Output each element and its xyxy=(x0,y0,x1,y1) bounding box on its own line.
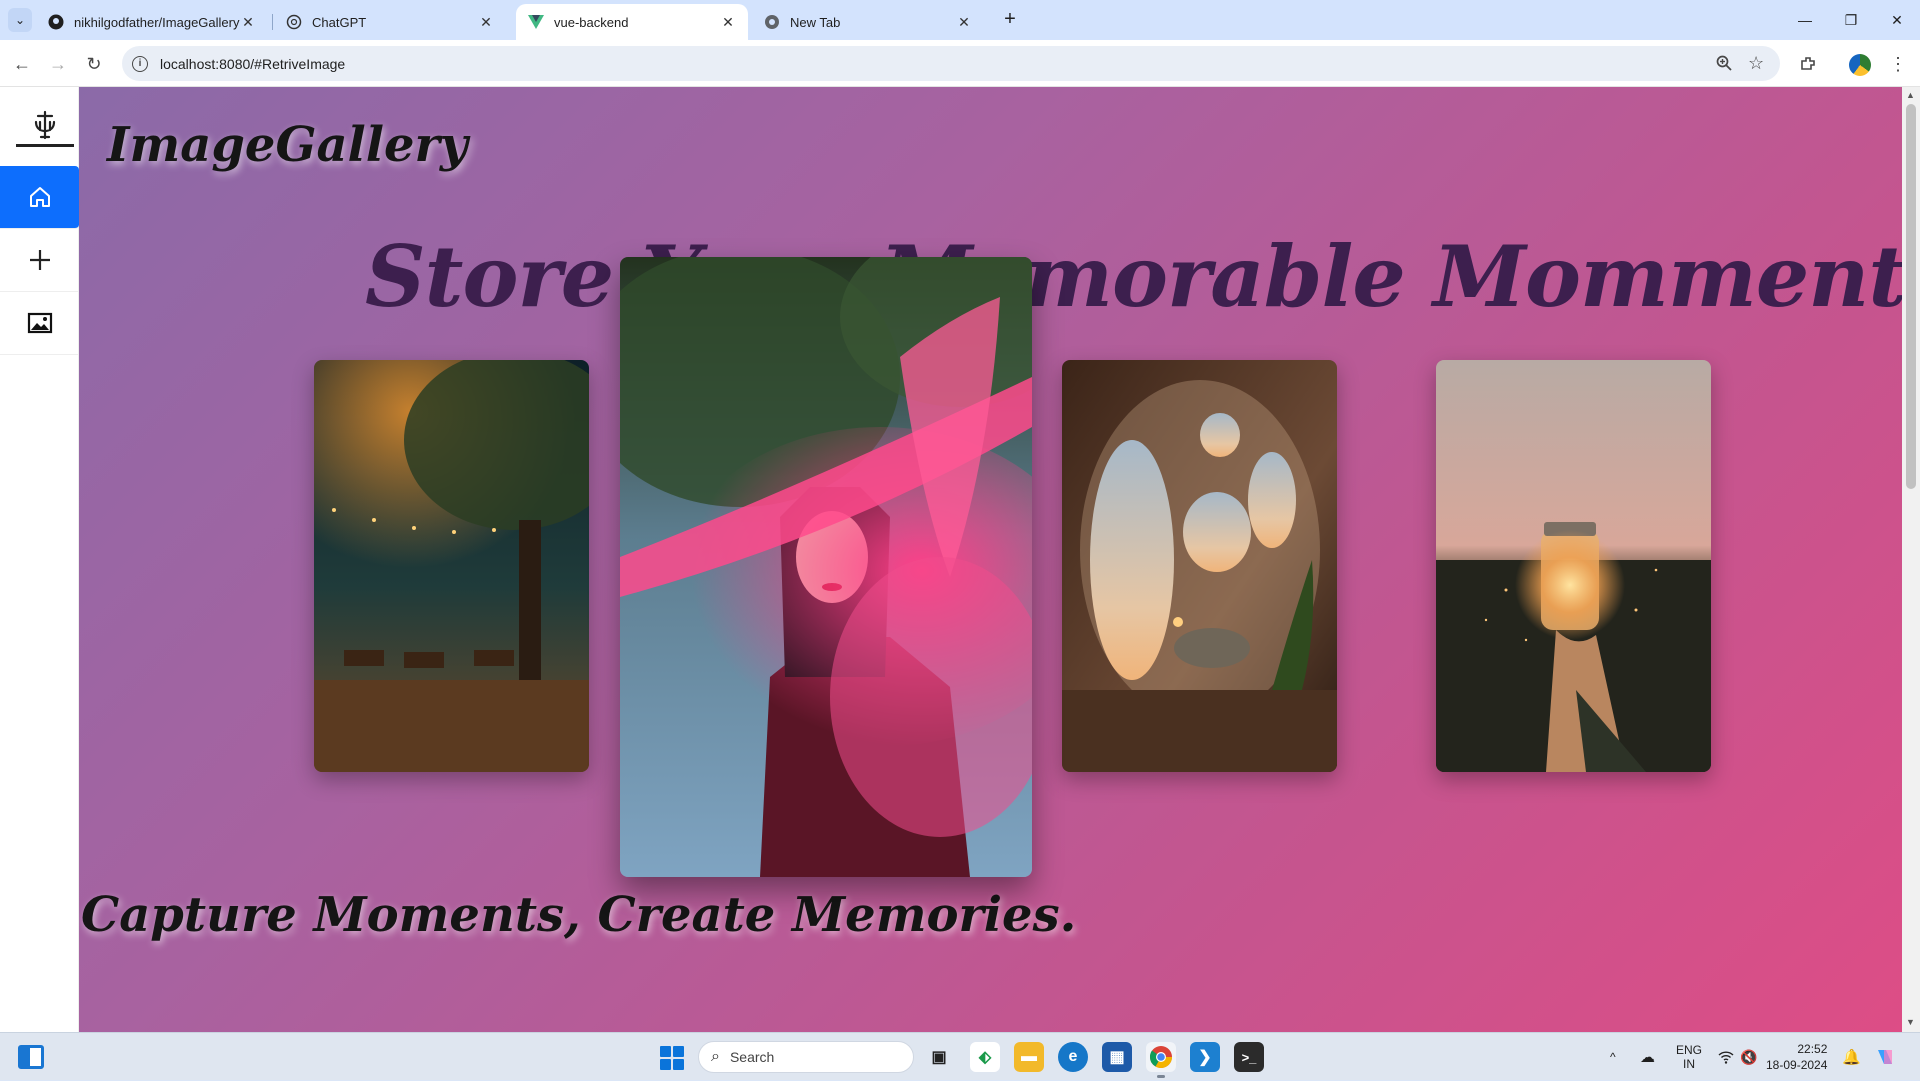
gallery-card-round-window[interactable] xyxy=(1062,360,1337,772)
microsoft-store-icon[interactable]: ▦ xyxy=(1102,1042,1132,1072)
wifi-icon[interactable] xyxy=(1718,1033,1734,1081)
search-icon: ⌕ xyxy=(711,1048,720,1065)
onedrive-sync-icon[interactable]: ☁ xyxy=(1640,1033,1655,1081)
bookmark-star-icon[interactable]: ☆ xyxy=(1748,53,1764,74)
sidebar xyxy=(0,87,79,1032)
page-tagline: Capture Moments, Create Memories. xyxy=(81,887,1077,943)
reload-icon[interactable]: ↻ xyxy=(80,50,108,78)
url-text[interactable]: localhost:8080/#RetriveImage xyxy=(160,56,345,72)
zoom-icon[interactable] xyxy=(1716,55,1732,76)
scrollbar-thumb[interactable] xyxy=(1906,104,1916,489)
tab-title: vue-backend xyxy=(554,14,629,30)
volume-muted-icon[interactable]: 🔇 xyxy=(1740,1033,1757,1081)
pink-smoke-portrait-photo xyxy=(620,257,1032,877)
task-view-icon[interactable]: ▣ xyxy=(924,1042,954,1072)
tab-search-button[interactable]: ⌄ xyxy=(8,8,32,32)
page-headline: Store Your Memorable Momments xyxy=(365,227,1920,326)
site-info-icon[interactable]: i xyxy=(132,55,148,72)
minimize-button[interactable]: — xyxy=(1782,0,1828,40)
chrome-icon xyxy=(764,14,780,30)
clock-date: 18-09-2024 xyxy=(1766,1058,1828,1072)
copilot-icon[interactable] xyxy=(1874,1033,1896,1081)
edge-icon[interactable]: e xyxy=(1058,1042,1088,1072)
tab-title: nikhilgodfather/ImageGallery xyxy=(74,14,240,30)
close-window-button[interactable]: ✕ xyxy=(1874,0,1920,40)
scroll-up-icon[interactable]: ▲ xyxy=(1906,90,1915,100)
taskbar-search-placeholder: Search xyxy=(729,1049,775,1065)
home-icon xyxy=(29,187,50,207)
terminal-icon[interactable]: >_ xyxy=(1234,1042,1264,1072)
restore-button[interactable]: ❐ xyxy=(1828,0,1874,40)
sidebar-item-add[interactable] xyxy=(0,229,79,292)
close-tab-icon[interactable]: ✕ xyxy=(720,14,736,31)
page-content: ImageGallery Store Your Memorable Mommen… xyxy=(0,87,1920,1032)
vue-icon xyxy=(528,14,544,30)
region-code: IN xyxy=(1683,1057,1695,1071)
scroll-down-icon[interactable]: ▼ xyxy=(1906,1017,1915,1027)
extensions-icon[interactable] xyxy=(1794,50,1822,78)
gallery-card-glowing-jar[interactable] xyxy=(1436,360,1711,772)
language-indicator[interactable]: ENG IN xyxy=(1676,1033,1702,1081)
menu-kebab-icon[interactable]: ⋮ xyxy=(1884,50,1912,78)
brand-title: ImageGallery xyxy=(107,117,468,173)
gallery-card-pink-smoke[interactable] xyxy=(620,257,1032,877)
notification-bell-icon[interactable]: 🔔 xyxy=(1842,1033,1861,1081)
widgets-icon[interactable] xyxy=(18,1045,44,1069)
address-bar[interactable]: i localhost:8080/#RetriveImage ☆ xyxy=(122,46,1780,81)
glowing-jar-photo xyxy=(1436,360,1711,772)
tab-title: ChatGPT xyxy=(312,14,367,30)
chatgpt-icon xyxy=(286,14,302,30)
os-taskbar: ⌕ Search ▣ ⬖ ▬ e ▦ ❯ >_ ^ ☁ ENG IN 🔇 22:… xyxy=(0,1032,1920,1080)
vscode-icon[interactable]: ❯ xyxy=(1190,1042,1220,1072)
app-logo-icon[interactable] xyxy=(16,105,74,147)
new-tab-button[interactable]: + xyxy=(996,8,1024,32)
language-code: ENG xyxy=(1676,1043,1703,1057)
file-explorer-icon[interactable]: ▬ xyxy=(1014,1042,1044,1072)
taskbar-search[interactable]: ⌕ Search xyxy=(698,1041,914,1073)
mongodb-icon[interactable]: ⬖ xyxy=(970,1042,1000,1072)
tab-title: New Tab xyxy=(790,14,841,30)
tab-github[interactable]: nikhilgodfather/ImageGallery ✕ xyxy=(36,4,268,40)
clock-time: 22:52 xyxy=(1797,1042,1828,1056)
profile-avatar[interactable] xyxy=(1849,54,1871,76)
browser-toolbar: ← → ↻ i localhost:8080/#RetriveImage ☆ ⋮ xyxy=(0,40,1920,87)
sidebar-item-home[interactable] xyxy=(0,166,79,229)
close-tab-icon[interactable]: ✕ xyxy=(240,14,256,31)
tab-chatgpt[interactable]: ChatGPT ✕ xyxy=(274,4,506,40)
browser-tab-bar: ⌄ nikhilgodfather/ImageGallery ✕ ChatGPT… xyxy=(0,0,1920,40)
chrome-taskbar-icon[interactable] xyxy=(1146,1042,1176,1078)
hero-section: ImageGallery Store Your Memorable Mommen… xyxy=(79,87,1920,1032)
back-arrow-icon[interactable]: ← xyxy=(8,50,36,78)
page-scrollbar[interactable]: ▲ ▼ xyxy=(1902,87,1920,1032)
tab-new-tab[interactable]: New Tab ✕ xyxy=(752,4,984,40)
tray-overflow-icon[interactable]: ^ xyxy=(1610,1033,1616,1081)
close-tab-icon[interactable]: ✕ xyxy=(956,14,972,31)
github-icon xyxy=(48,14,64,30)
close-tab-icon[interactable]: ✕ xyxy=(478,14,494,31)
image-icon xyxy=(27,312,52,334)
round-window-room-photo xyxy=(1062,360,1337,772)
tab-vue-backend[interactable]: vue-backend ✕ xyxy=(516,4,748,40)
system-clock[interactable]: 22:52 18-09-2024 xyxy=(1766,1041,1827,1073)
tab-separator xyxy=(272,14,273,30)
sidebar-item-gallery[interactable] xyxy=(0,292,79,355)
night-park-photo xyxy=(314,360,589,772)
forward-arrow-icon[interactable]: → xyxy=(44,50,72,78)
start-button[interactable] xyxy=(660,1046,684,1070)
plus-icon xyxy=(29,250,50,270)
gallery-card-night-park[interactable] xyxy=(314,360,589,772)
